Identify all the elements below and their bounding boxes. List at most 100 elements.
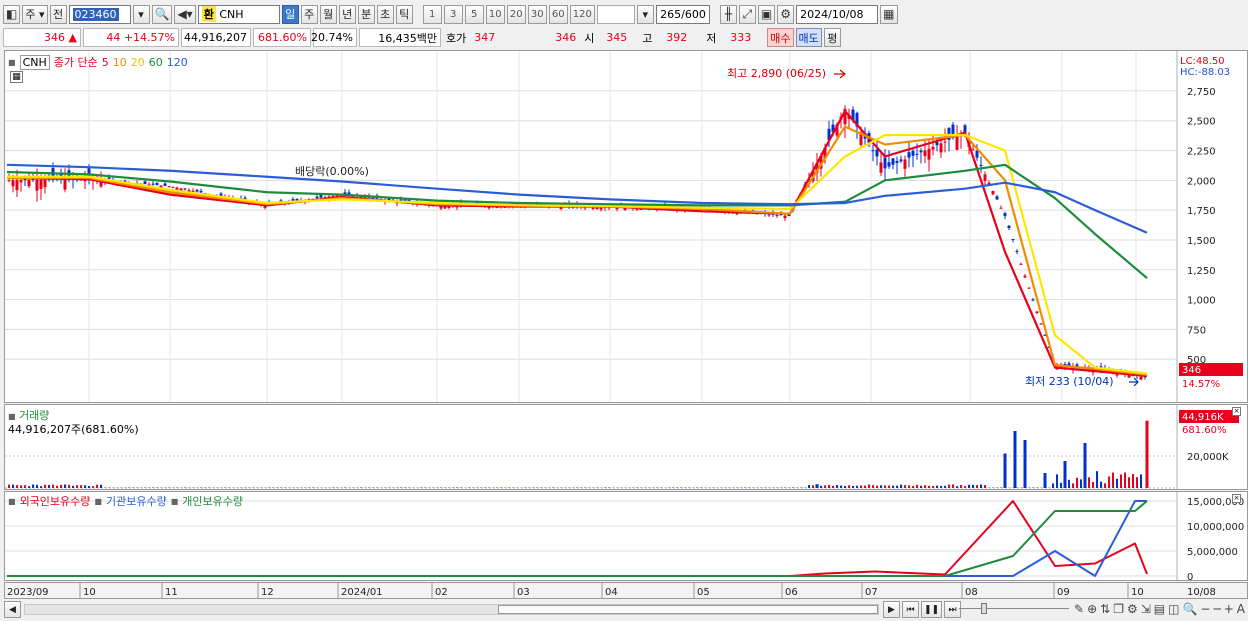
volume-bar	[848, 485, 850, 488]
period-button-month[interactable]: 월	[319, 4, 337, 24]
x-axis-label: 05	[697, 587, 710, 598]
interval-20[interactable]: 20	[506, 4, 526, 24]
stock-name-field[interactable]: 환 CNH	[197, 4, 280, 24]
chart-setting-icon[interactable]: ⚙	[1127, 602, 1138, 616]
jump-first-icon[interactable]: ⏮	[902, 601, 919, 618]
period-button-minute[interactable]: 분	[357, 4, 375, 24]
candle-body	[911, 150, 915, 156]
search-icon[interactable]: 🔍	[151, 4, 173, 24]
volume-chart[interactable]: 20,000K 44,916K 681.60%	[5, 405, 1247, 489]
open-price: 345	[606, 31, 628, 44]
volume-bar	[48, 484, 50, 488]
volume-bar	[984, 485, 986, 488]
interval-120[interactable]: 120	[569, 4, 595, 24]
stock-name-tag[interactable]: CNH	[19, 54, 50, 70]
eval-button[interactable]: 평	[823, 28, 841, 47]
holdings-y-axis: 15,000,00010,000,0005,000,0000	[1187, 497, 1244, 580]
zoom-slider-handle[interactable]	[981, 603, 987, 614]
period-button-second[interactable]: 초	[376, 4, 394, 24]
zoom-slider[interactable]	[959, 603, 1069, 614]
code-dropdown-button[interactable]: ▾	[132, 4, 150, 24]
interval-1[interactable]: 1	[422, 4, 442, 24]
calendar-icon[interactable]: ▦	[880, 4, 898, 24]
horizontal-line-icon[interactable]: ─	[1213, 602, 1220, 616]
legend-institution[interactable]: 기관보유수량	[106, 493, 167, 509]
period-button-day[interactable]: 일	[281, 4, 299, 24]
interval-dropdown[interactable]: ▾	[636, 4, 654, 24]
date-field[interactable]: 2024/10/08	[796, 4, 879, 24]
draw-tool-icon[interactable]: ⤢	[738, 4, 756, 24]
volume-panel[interactable]: 20,000K 44,916K 681.60% ■ 거래량 44,916,207…	[4, 404, 1248, 490]
stock-code-input[interactable]: 023460	[68, 4, 131, 24]
volume-bar	[852, 485, 854, 488]
interval-3[interactable]: 3	[443, 4, 463, 24]
ma-60[interactable]: 60	[149, 56, 163, 69]
ma-20[interactable]: 20	[131, 56, 145, 69]
price-chart[interactable]: 2,750 2,500 2,250 2,000 1,750 1,500 1,250 1,000…	[5, 51, 1247, 402]
interval-30[interactable]: 30	[527, 4, 547, 24]
scroll-left-button[interactable]: ◀	[4, 601, 21, 618]
candle-body	[975, 150, 979, 158]
panel-close-icon[interactable]: ×	[1232, 494, 1241, 503]
holdings-line	[7, 500, 1148, 577]
ma-5[interactable]: 5	[102, 56, 109, 69]
candle-body	[871, 150, 875, 152]
volume-bar	[948, 484, 950, 488]
buy-button[interactable]: 매수	[767, 28, 794, 47]
scroll-thumb[interactable]	[498, 605, 878, 614]
ma-10[interactable]: 10	[113, 56, 127, 69]
scroll-track[interactable]	[24, 604, 879, 615]
copy-icon[interactable]: ❐	[1113, 602, 1124, 616]
zoom-in-icon[interactable]: +	[1224, 602, 1234, 616]
period-button-week[interactable]: 주	[300, 4, 318, 24]
layout-icon[interactable]: ◫	[1168, 602, 1179, 616]
interval-5[interactable]: 5	[464, 4, 484, 24]
ma-120[interactable]: 120	[167, 56, 188, 69]
legend-foreign[interactable]: 외국인보유수량	[20, 493, 91, 509]
period-button-year[interactable]: 년	[338, 4, 356, 24]
prev-button[interactable]: 전	[49, 4, 67, 24]
price-grid	[5, 51, 1177, 402]
legend-individual[interactable]: 개인보유수량	[182, 493, 243, 509]
candle-body	[887, 162, 891, 167]
crosshair-icon[interactable]: ⊕	[1087, 602, 1097, 616]
candle-body	[27, 180, 31, 187]
volume-bar	[920, 485, 922, 488]
compare-icon[interactable]: ⇅	[1100, 602, 1110, 616]
speaker-icon[interactable]: ◀▾	[174, 4, 196, 24]
panel-close-icon[interactable]: ×	[1232, 407, 1241, 416]
wrench-icon[interactable]: ✎	[1074, 602, 1084, 616]
period-button-tick[interactable]: 틱	[395, 4, 413, 24]
price-y-tick: 2,500	[1187, 117, 1216, 128]
gear-icon[interactable]: ⚙	[777, 4, 795, 24]
volume-bar	[60, 484, 62, 488]
ma-label[interactable]: 종가 단순	[54, 54, 98, 70]
volume-bar	[1023, 440, 1027, 488]
scroll-right-icon[interactable]: ▶	[883, 601, 900, 618]
auto-scale-icon[interactable]: A	[1237, 602, 1245, 616]
volume-bar	[936, 485, 938, 488]
holdings-panel[interactable]: 15,000,000 10,000,000 5,000,000 0 ■ 외국인보유수량…	[4, 491, 1248, 581]
candle-body	[919, 150, 923, 153]
interval-10[interactable]: 10	[485, 4, 505, 24]
price-y-axis: 2,750 2,500 2,250 2,000 1,750 1,500 1,250 1,000…	[1187, 87, 1216, 366]
candle-body	[983, 174, 987, 181]
interval-60[interactable]: 60	[548, 4, 568, 24]
candle-type-icon[interactable]: ╫	[719, 4, 737, 24]
save-icon[interactable]: ▣	[757, 4, 776, 24]
export-icon[interactable]: ⇲	[1141, 602, 1151, 616]
zoom-out-icon[interactable]: −	[1200, 602, 1210, 616]
print-icon[interactable]: ▤	[1154, 602, 1165, 616]
volume-bar	[792, 487, 794, 488]
x-axis-label: 10	[83, 587, 96, 598]
pause-icon[interactable]: ❚❚	[921, 601, 943, 618]
window-menu-icon[interactable]: ◧	[3, 4, 21, 24]
interval-custom-field[interactable]	[596, 4, 635, 24]
sell-button[interactable]: 매도	[795, 28, 822, 47]
period-tab-select[interactable]: 주 ▾	[22, 4, 48, 24]
legend-bullet-icon: ■	[8, 496, 16, 506]
price-chart-panel[interactable]: 2,750 2,500 2,250 2,000 1,750 1,500 1,250 1,000…	[4, 50, 1248, 403]
count-field[interactable]: 265/600	[655, 4, 710, 24]
table-toggle-icon[interactable]: ▦	[10, 71, 23, 83]
zoom-search-icon[interactable]: 🔍	[1182, 602, 1197, 616]
